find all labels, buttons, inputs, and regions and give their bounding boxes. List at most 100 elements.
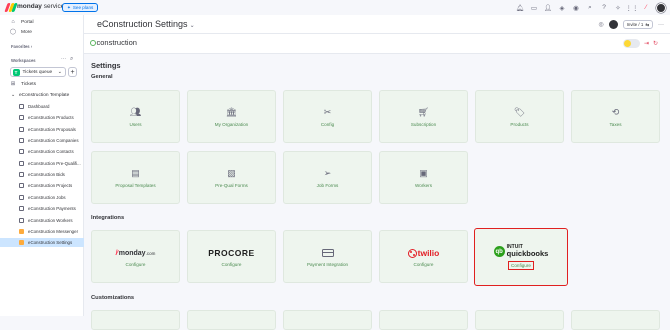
- settings-card-proposal-templates[interactable]: ▤ Proposal Templates: [91, 151, 180, 204]
- customization-card[interactable]: [571, 310, 660, 330]
- app-bar: construction ⇥ ↻: [84, 34, 670, 54]
- settings-card-label: Config: [320, 122, 335, 127]
- workspace-select[interactable]: T Tickets queue ⌄: [10, 67, 66, 77]
- sidebar-board-item[interactable]: eConstruction Workers: [0, 216, 84, 225]
- configure-link[interactable]: Configure: [508, 260, 534, 270]
- settings-card-job-forms[interactable]: ➢ Job Forms: [283, 151, 372, 204]
- login-icon[interactable]: ⇥: [644, 40, 649, 47]
- favorites-label[interactable]: Favorites ›: [11, 44, 32, 49]
- sidebar-board-item[interactable]: eConstruction Contacts: [0, 147, 84, 156]
- general-heading: General: [91, 74, 113, 80]
- help-icon[interactable]: ?: [600, 4, 608, 12]
- apps-marketplace-icon[interactable]: ◈: [558, 4, 566, 12]
- apps-grid-icon[interactable]: ⋮⋮: [626, 4, 639, 12]
- sidebar-board-item[interactable]: eConstruction Jobs: [0, 193, 84, 202]
- integrations-icon[interactable]: ◉: [572, 4, 580, 12]
- procore-brand-logo: PROCORE: [208, 248, 255, 258]
- configure-link[interactable]: Configure: [126, 262, 146, 267]
- settings-card-label: Taxes: [609, 122, 622, 127]
- board-title[interactable]: eConstruction Settings ⌄: [97, 19, 195, 29]
- payment-integration-link[interactable]: Payment Integration: [307, 262, 348, 267]
- board-icon: [19, 115, 24, 121]
- integrations-heading: Integrations: [91, 215, 125, 221]
- monday-small-logo-icon: ⁄: [645, 4, 647, 11]
- payment-integration-card[interactable]: Payment Integration: [283, 230, 372, 283]
- board-icon: [19, 194, 24, 200]
- worker-icon: ▣: [419, 167, 428, 178]
- workspaces-label: Workspaces: [11, 58, 36, 63]
- sidebar-folder[interactable]: ⌄ eConstruction Template: [0, 90, 84, 100]
- inbox-icon[interactable]: ▭: [530, 4, 538, 12]
- sidebar-board-item[interactable]: eConstruction Settings: [0, 238, 84, 248]
- settings-card-workers[interactable]: ▣ Workers: [379, 151, 468, 204]
- settings-card-config[interactable]: ✂ Config: [283, 90, 372, 143]
- configure-link[interactable]: Configure: [222, 262, 242, 267]
- settings-card-label: My Organization: [214, 122, 249, 127]
- user-avatar[interactable]: [656, 2, 666, 13]
- avatar[interactable]: [608, 20, 618, 29]
- page-title: Settings: [91, 61, 121, 70]
- board-icon: [19, 183, 24, 189]
- refresh-icon[interactable]: ↻: [653, 40, 658, 47]
- monday-logo-icon: /∕: [115, 249, 118, 257]
- configure-link[interactable]: Configure: [414, 262, 434, 267]
- settings-card-products[interactable]: 🏷︎ Products: [475, 90, 564, 143]
- sidebar-board-item[interactable]: eConstruction Bids: [0, 170, 84, 179]
- customization-card[interactable]: [91, 310, 180, 330]
- app-icon: [19, 228, 24, 234]
- settings-card-label: Pre-Qual Forms: [215, 183, 248, 188]
- customization-card[interactable]: [187, 310, 276, 330]
- board-icon: [19, 206, 24, 212]
- sidebar-board-item[interactable]: eConstruction Products: [0, 113, 84, 122]
- chevron-down-icon: ⌄: [11, 92, 16, 98]
- sidebar-board-item[interactable]: eConstruction Pre-Qualifi...: [0, 159, 84, 168]
- quickbooks-integration-card[interactable]: qb INTUIT quickbooks Configure: [474, 228, 568, 286]
- sidebar-board-item[interactable]: eConstruction Projects: [0, 181, 84, 190]
- board-icon: [19, 138, 24, 144]
- sidebar-item-more[interactable]: ◯ More: [0, 27, 84, 37]
- sidebar-item-tickets[interactable]: ⊞ Tickets: [0, 79, 84, 89]
- sidebar-board-item[interactable]: eConstruction Companies: [0, 136, 84, 145]
- settings-card-label: Products: [510, 122, 529, 127]
- board-header-actions: ◎ Invite / 1 ⇆ ···: [598, 19, 664, 30]
- app-tools: ⇥ ↻: [622, 39, 658, 48]
- settings-card-subscription[interactable]: 🛒︎ Subscription: [379, 90, 468, 143]
- sidebar-board-item[interactable]: eConstruction Proposals: [0, 125, 84, 134]
- workspace-search-icon[interactable]: ⌕: [70, 56, 73, 63]
- organization-icon: 🏛︎: [225, 106, 238, 117]
- procore-integration-card[interactable]: PROCORE Configure: [187, 230, 276, 283]
- invite-members-icon[interactable]: 👤︎: [544, 4, 552, 12]
- form-icon: ▧: [227, 167, 236, 178]
- theme-toggle[interactable]: [622, 39, 640, 48]
- app-name: monday service: [17, 3, 65, 10]
- portal-icon: ⌂: [11, 19, 15, 25]
- settings-card-taxes[interactable]: ⟲ Taxes: [571, 90, 660, 143]
- monday-integration-card[interactable]: /∕ monday.com Configure: [91, 230, 180, 283]
- settings-card-pre-qual-forms[interactable]: ▧ Pre-Qual Forms: [187, 151, 276, 204]
- taxes-icon: ⟲: [611, 106, 620, 117]
- activity-icon[interactable]: ◎: [598, 21, 603, 28]
- sidebar-board-item[interactable]: eConstruction Payments: [0, 204, 84, 213]
- see-plans-button[interactable]: ✦ See plans: [62, 3, 99, 12]
- sidebar-board-item[interactable]: Dashboard: [0, 102, 84, 111]
- sparkle-icon[interactable]: ✧: [614, 4, 622, 12]
- bell-icon[interactable]: 🔔︎: [516, 4, 524, 12]
- workspace-options-icon[interactable]: ···: [61, 56, 66, 62]
- customization-card[interactable]: [379, 310, 468, 330]
- customization-card[interactable]: [475, 310, 564, 330]
- sidebar-item-portal[interactable]: ⌂ Portal: [0, 17, 84, 27]
- twilio-brand-logo: twilio: [407, 246, 439, 260]
- invite-button[interactable]: Invite / 1 ⇆: [622, 20, 653, 29]
- add-button[interactable]: +: [68, 67, 77, 77]
- customization-card[interactable]: [283, 310, 372, 330]
- board-icon: [19, 149, 24, 155]
- settings-card-users[interactable]: 👥︎ Users: [91, 90, 180, 143]
- main-panel: eConstruction Settings ⌄ ◎ Invite / 1 ⇆ ··…: [84, 15, 670, 330]
- twilio-integration-card[interactable]: twilio Configure: [379, 230, 468, 283]
- sidebar-board-item[interactable]: eConstruction Messenger: [0, 227, 84, 236]
- crown-icon: ✦: [67, 4, 71, 10]
- more-icon: ◯: [9, 29, 17, 35]
- search-icon[interactable]: ⌕: [586, 4, 594, 12]
- settings-card-my-organization[interactable]: 🏛︎ My Organization: [187, 90, 276, 143]
- more-options-icon[interactable]: ···: [658, 22, 664, 28]
